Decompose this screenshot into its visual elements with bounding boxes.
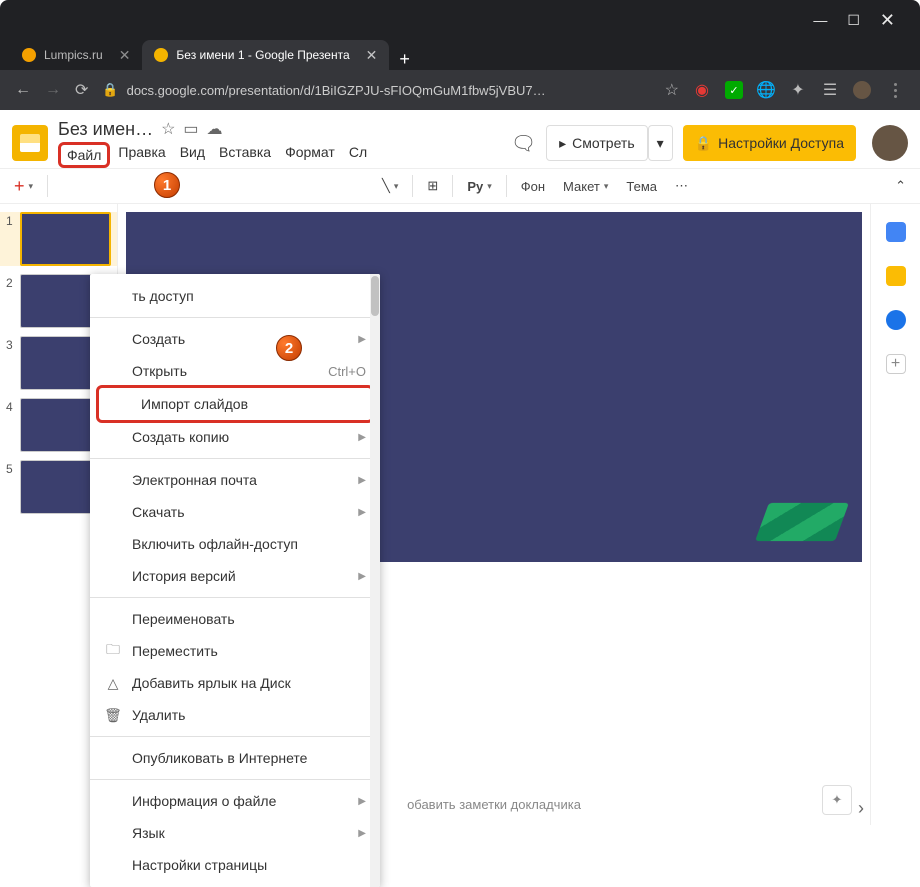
menubar: Файл Правка Вид Вставка Формат Сл xyxy=(58,142,373,168)
extensions-icon[interactable]: ✦ xyxy=(789,81,807,99)
new-tab-button[interactable]: + xyxy=(389,49,420,70)
menu-item-page-setup[interactable]: Настройки страницы xyxy=(90,849,380,881)
menu-item-delete[interactable]: 🗑Удалить xyxy=(90,699,380,731)
reading-list-icon[interactable]: ☰ xyxy=(821,81,839,99)
menu-item-versions[interactable]: История версий▶ xyxy=(90,560,380,592)
play-icon: ▸ xyxy=(559,135,566,152)
tasks-icon[interactable] xyxy=(886,310,906,330)
menu-item-new[interactable]: Создать▶ xyxy=(90,323,380,355)
lock-icon: 🔒 xyxy=(695,135,712,152)
menu-item-language[interactable]: Язык▶ xyxy=(90,817,380,849)
favicon-icon xyxy=(22,48,36,62)
present-button[interactable]: ▸ Смотреть xyxy=(546,125,647,161)
share-button[interactable]: 🔒 Настройки Доступа xyxy=(683,125,856,161)
more-tools[interactable]: ⋯ xyxy=(671,176,692,196)
annotation-marker-2: 2 xyxy=(276,335,302,361)
menu-item-add-drive[interactable]: △Добавить ярлык на Диск xyxy=(90,667,380,699)
menu-file[interactable]: Файл xyxy=(58,142,110,168)
scrollbar[interactable] xyxy=(370,274,380,887)
cloud-icon[interactable]: ☁ xyxy=(207,119,223,139)
reload-button[interactable]: ⟳ xyxy=(75,80,88,100)
file-menu: ть доступ Создать▶ ОткрытьCtrl+O Импорт … xyxy=(90,274,380,887)
address-bar[interactable]: 🔒 docs.google.com/presentation/d/1BiIGZP… xyxy=(102,82,650,98)
keep-icon[interactable] xyxy=(886,266,906,286)
menu-view[interactable]: Вид xyxy=(174,142,211,168)
browser-tab-1[interactable]: Lumpics.ru ✕ xyxy=(10,40,142,70)
menu-item-publish[interactable]: Опубликовать в Интернете xyxy=(90,742,380,774)
annotation-marker-1: 1 xyxy=(154,172,180,198)
maze-image xyxy=(755,503,849,541)
lock-icon: 🔒 xyxy=(102,82,118,98)
explore-button[interactable]: ✦ xyxy=(822,785,852,815)
menu-format[interactable]: Формат xyxy=(279,142,341,168)
menu-item-rename[interactable]: Переименовать xyxy=(90,603,380,635)
menu-item-open[interactable]: ОткрытьCtrl+O xyxy=(90,355,380,387)
extension-icon[interactable]: ✓ xyxy=(725,81,743,99)
menu-edit[interactable]: Правка xyxy=(112,142,171,168)
move-icon[interactable]: ▭ xyxy=(183,119,198,139)
close-icon[interactable]: ✕ xyxy=(119,47,131,64)
menu-slide[interactable]: Сл xyxy=(343,142,373,168)
folder-icon: 🗀 xyxy=(104,642,122,660)
close-icon[interactable]: ✕ xyxy=(366,47,378,64)
menu-item-offline[interactable]: Включить офлайн-доступ xyxy=(90,528,380,560)
slide-thumbnail[interactable]: 1 xyxy=(0,212,117,266)
menu-item-email[interactable]: Электронная почта▶ xyxy=(90,464,380,496)
toolbar: +▾ ╲▾ ⊞ Py▾ Фон Макет▾ Тема ⋯ ⌃ xyxy=(0,168,920,204)
document-title[interactable]: Без имен… xyxy=(58,119,153,140)
trash-icon: 🗑 xyxy=(104,706,122,724)
new-slide-button[interactable]: +▾ xyxy=(10,174,37,199)
window-close[interactable]: ✕ xyxy=(880,10,895,31)
forward-button[interactable]: → xyxy=(45,81,61,99)
background-button[interactable]: Фон xyxy=(517,177,549,196)
menu-insert[interactable]: Вставка xyxy=(213,142,277,168)
side-panel: + xyxy=(870,204,920,825)
star-icon[interactable]: ☆ xyxy=(161,119,175,139)
calendar-icon[interactable] xyxy=(886,222,906,242)
addon-button[interactable]: Py▾ xyxy=(463,177,495,196)
menu-item-make-copy[interactable]: Создать копию▶ xyxy=(90,421,380,453)
comments-icon[interactable]: 🗨 xyxy=(511,131,536,156)
tab-label: Без имени 1 - Google Презента xyxy=(176,48,349,62)
favicon-icon xyxy=(154,48,168,62)
url-text: docs.google.com/presentation/d/1BiIGZPJU… xyxy=(127,83,546,98)
window-minimize[interactable]: — xyxy=(813,12,827,28)
layout-button[interactable]: Макет▾ xyxy=(559,177,612,196)
window-maximize[interactable]: ☐ xyxy=(847,12,860,29)
scroll-right[interactable]: › xyxy=(858,798,864,819)
browser-menu-icon[interactable] xyxy=(885,80,905,100)
menu-item-download[interactable]: Скачать▶ xyxy=(90,496,380,528)
menu-item-import-slides[interactable]: Импорт слайдов xyxy=(96,385,374,423)
collapse-toolbar[interactable]: ⌃ xyxy=(891,176,910,196)
menu-item-move[interactable]: 🗀Переместить xyxy=(90,635,380,667)
add-addon-icon[interactable]: + xyxy=(886,354,906,374)
slides-logo-icon[interactable] xyxy=(12,125,48,161)
menu-item-info[interactable]: Информация о файле▶ xyxy=(90,785,380,817)
extension-icon[interactable]: ◉ xyxy=(693,81,711,99)
textbox-tool[interactable]: ⊞ xyxy=(423,176,442,196)
account-avatar[interactable] xyxy=(872,125,908,161)
extension-icon[interactable]: 🌐 xyxy=(757,81,775,99)
back-button[interactable]: ← xyxy=(15,81,31,99)
tab-label: Lumpics.ru xyxy=(44,48,103,62)
line-tool[interactable]: ╲▾ xyxy=(378,176,402,196)
theme-button[interactable]: Тема xyxy=(622,177,661,196)
menu-item-share[interactable]: ть доступ xyxy=(90,280,380,312)
present-dropdown[interactable]: ▾ xyxy=(648,125,673,161)
star-icon[interactable]: ☆ xyxy=(665,80,679,100)
drive-icon: △ xyxy=(104,674,122,692)
profile-avatar[interactable] xyxy=(853,81,871,99)
browser-tab-2[interactable]: Без имени 1 - Google Презента ✕ xyxy=(142,40,389,70)
